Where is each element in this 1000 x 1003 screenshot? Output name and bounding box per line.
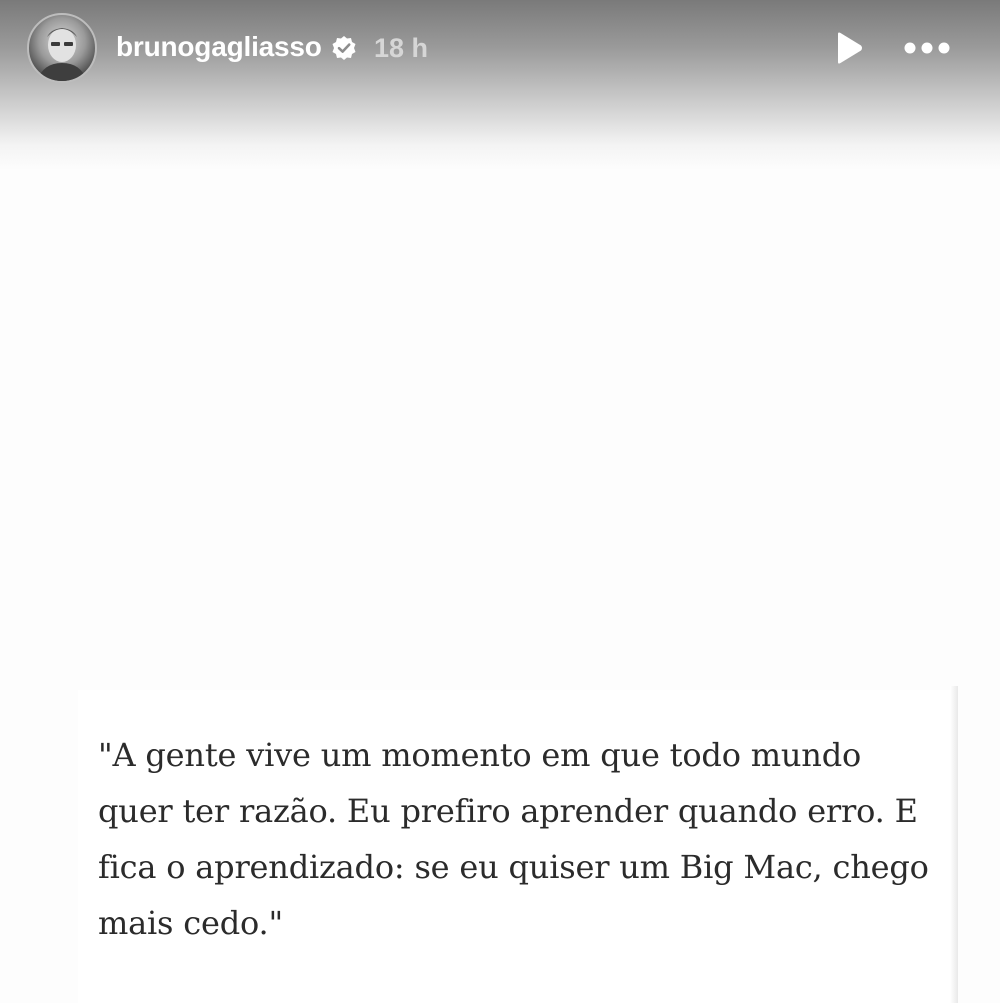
quote-text: "A gente vive um momento em que todo mun… [98, 736, 929, 942]
story-view: brunogagliasso 18 h "A gente vive um mom… [0, 0, 1000, 1003]
story-header: brunogagliasso 18 h [0, 0, 1000, 100]
play-icon[interactable] [830, 30, 866, 66]
avatar-portrait-icon [37, 28, 87, 81]
avatar[interactable] [27, 13, 97, 83]
more-options-icon[interactable] [902, 36, 952, 60]
verified-badge-icon [332, 36, 356, 60]
card-edge-shadow [950, 686, 958, 1003]
username[interactable]: brunogagliasso [116, 31, 322, 63]
post-time: 18 h [374, 33, 429, 63]
